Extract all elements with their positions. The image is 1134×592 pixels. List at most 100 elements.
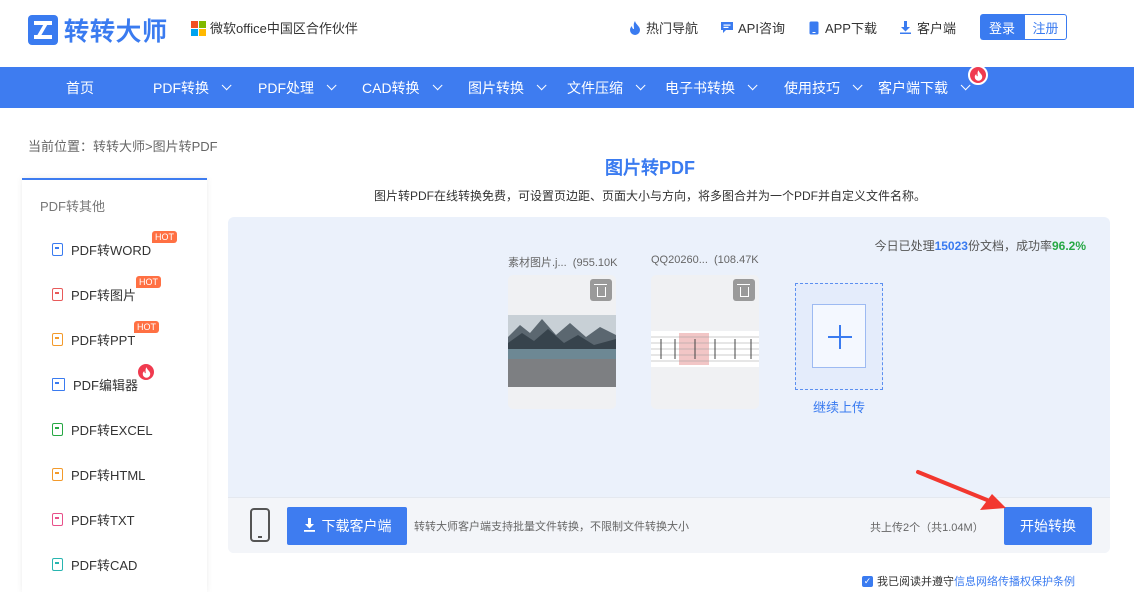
start-convert-button[interactable]: 开始转换 bbox=[1004, 507, 1092, 545]
login-button[interactable]: 登录 bbox=[980, 14, 1024, 40]
monitor-icon bbox=[52, 378, 65, 391]
sidebar-item-label: PDF转HTML bbox=[71, 468, 146, 483]
chevron-down-icon bbox=[635, 80, 646, 91]
word-file-icon bbox=[52, 243, 63, 256]
sidebar-item-pdf-to-ppt[interactable]: PDF转PPT HOT bbox=[52, 321, 159, 349]
sidebar-item-label: PDF转WORD bbox=[71, 243, 152, 258]
txt-file-icon bbox=[52, 513, 63, 526]
trash-icon bbox=[736, 283, 750, 297]
nav-label: 图片转换 bbox=[468, 79, 524, 96]
nav-cad-convert[interactable]: CAD转换 bbox=[362, 67, 443, 108]
file-card-1[interactable] bbox=[508, 275, 616, 409]
nav-client-download[interactable]: 客户端下载 bbox=[878, 67, 971, 108]
page-description: 图片转PDF在线转换免费，可设置页边距、页面大小与方向，将多图合并为一个PDF并… bbox=[373, 189, 926, 203]
file-name-1: 素材图片.j... (955.10K bbox=[508, 254, 617, 270]
nav-pdf-process[interactable]: PDF处理 bbox=[258, 67, 337, 108]
hot-badge: HOT bbox=[134, 321, 159, 333]
delete-button[interactable] bbox=[590, 279, 612, 301]
upload-more-box[interactable] bbox=[795, 283, 883, 390]
chevron-down-icon bbox=[536, 80, 547, 91]
html-file-icon bbox=[52, 468, 63, 481]
stats-line: 今日已处理15023份文档，成功率96.2% bbox=[875, 237, 1086, 254]
agreement: ✓ 我已阅读并遵守 信息网络传播权保护条例 bbox=[862, 573, 1075, 589]
windows-logo-icon bbox=[191, 20, 206, 36]
cad-file-icon bbox=[52, 558, 63, 571]
nav-label: PDF处理 bbox=[258, 79, 314, 96]
nav-ebook-convert[interactable]: 电子书转换 bbox=[665, 67, 758, 108]
nav-home-label: 首页 bbox=[66, 79, 94, 96]
stats-prefix: 今日已处理 bbox=[874, 239, 935, 253]
client-link[interactable]: 客户端 bbox=[899, 18, 956, 37]
image-file-icon bbox=[52, 288, 63, 301]
app-download-label: APP下载 bbox=[824, 21, 877, 36]
success-rate: 96.2% bbox=[1051, 239, 1086, 253]
trash-icon bbox=[593, 283, 607, 297]
file-name-2: QQ20260... (108.47K bbox=[651, 254, 759, 266]
phone-icon bbox=[250, 508, 270, 542]
brand-logo[interactable]: 转转大师 bbox=[28, 12, 168, 48]
nav-label: 使用技巧 bbox=[784, 79, 840, 96]
sidebar-item-pdf-to-excel[interactable]: PDF转EXCEL bbox=[52, 420, 153, 439]
nav-image-convert[interactable]: 图片转换 bbox=[468, 67, 547, 108]
phone-icon bbox=[807, 21, 821, 35]
top-header: 转转大师 微软office中国区合作伙伴 热门导航 API咨询 APP下载 客户… bbox=[0, 0, 1134, 67]
client-label: 客户端 bbox=[916, 21, 956, 36]
stats-count: 15023 bbox=[934, 239, 968, 253]
sidebar: PDF转其他 PDF转WORD HOT PDF转图片 HOT PDF转PPT H… bbox=[22, 178, 207, 592]
api-link[interactable]: API咨询 bbox=[720, 18, 785, 37]
file-card-2[interactable] bbox=[651, 275, 759, 409]
file-name: QQ20260... bbox=[651, 254, 708, 266]
fire-badge-icon bbox=[136, 362, 156, 382]
nav-tips[interactable]: 使用技巧 bbox=[784, 67, 863, 108]
top-links: 热门导航 API咨询 APP下载 客户端 bbox=[606, 18, 956, 37]
excel-file-icon bbox=[52, 423, 63, 436]
sidebar-item-pdf-to-html[interactable]: PDF转HTML bbox=[52, 465, 145, 484]
client-note: 转转大师客户端支持批量文件转换，不限制文件转换大小 bbox=[414, 521, 689, 533]
agree-link[interactable]: 信息网络传播权保护条例 bbox=[954, 573, 1075, 589]
sidebar-item-pdf-to-image[interactable]: PDF转图片 HOT bbox=[52, 276, 161, 304]
agree-text: 我已阅读并遵守 bbox=[877, 576, 954, 588]
sidebar-title: PDF转其他 bbox=[40, 199, 106, 214]
hot-badge: HOT bbox=[152, 231, 177, 243]
delete-button[interactable] bbox=[733, 279, 755, 301]
file-size: (955.10K bbox=[572, 257, 618, 269]
sidebar-item-label: PDF转CAD bbox=[71, 558, 138, 573]
red-arrow-icon bbox=[916, 470, 1006, 510]
nav-label: 文件压缩 bbox=[567, 79, 623, 96]
plus-icon bbox=[812, 304, 866, 368]
upload-total: 共上传2个（共1.04M） bbox=[870, 522, 984, 534]
sidebar-item-pdf-to-txt[interactable]: PDF转TXT bbox=[52, 510, 135, 529]
register-button[interactable]: 注册 bbox=[1024, 14, 1067, 40]
agree-checkbox[interactable]: ✓ bbox=[862, 575, 873, 587]
chevron-down-icon bbox=[960, 80, 971, 91]
download-client-button[interactable]: 下载客户端 bbox=[287, 507, 407, 545]
nav-pdf-convert[interactable]: PDF转换 bbox=[153, 67, 232, 108]
nav-label: 客户端下载 bbox=[878, 79, 948, 96]
page-title: 图片转PDF bbox=[605, 158, 695, 178]
main-nav: 首页 PDF转换 PDF处理 CAD转换 图片转换 文件压缩 电子书转换 使用技… bbox=[0, 65, 1134, 108]
chat-icon bbox=[720, 21, 734, 35]
sidebar-item-pdf-to-cad[interactable]: PDF转CAD bbox=[52, 555, 137, 574]
hot-nav-link[interactable]: 热门导航 bbox=[628, 18, 698, 37]
hot-badge: HOT bbox=[136, 276, 161, 288]
file-size: (108.47K bbox=[714, 254, 759, 266]
partner-badge: 微软office中国区合作伙伴 bbox=[191, 18, 358, 37]
hot-nav-label: 热门导航 bbox=[645, 21, 698, 36]
nav-compress[interactable]: 文件压缩 bbox=[567, 67, 646, 108]
nav-label: PDF转换 bbox=[153, 79, 209, 96]
sidebar-item-pdf-to-word[interactable]: PDF转WORD HOT bbox=[52, 231, 177, 259]
sidebar-item-pdf-editor[interactable]: PDF编辑器 bbox=[52, 362, 156, 394]
download-client-label: 下载客户端 bbox=[321, 518, 392, 534]
sidebar-item-label: PDF转图片 bbox=[71, 288, 137, 303]
sidebar-item-label: PDF转TXT bbox=[71, 513, 135, 528]
nav-home[interactable]: 首页 bbox=[66, 67, 94, 108]
chevron-down-icon bbox=[432, 80, 443, 91]
file-name: 素材图片.j... bbox=[508, 257, 567, 269]
download-icon bbox=[303, 517, 316, 535]
sidebar-item-label: PDF编辑器 bbox=[73, 378, 139, 393]
upload-more-label[interactable]: 继续上传 bbox=[795, 397, 883, 416]
chevron-down-icon bbox=[852, 80, 863, 91]
chevron-down-icon bbox=[326, 80, 337, 91]
sidebar-item-label: PDF转PPT bbox=[71, 333, 136, 348]
app-download-link[interactable]: APP下载 bbox=[807, 18, 877, 37]
